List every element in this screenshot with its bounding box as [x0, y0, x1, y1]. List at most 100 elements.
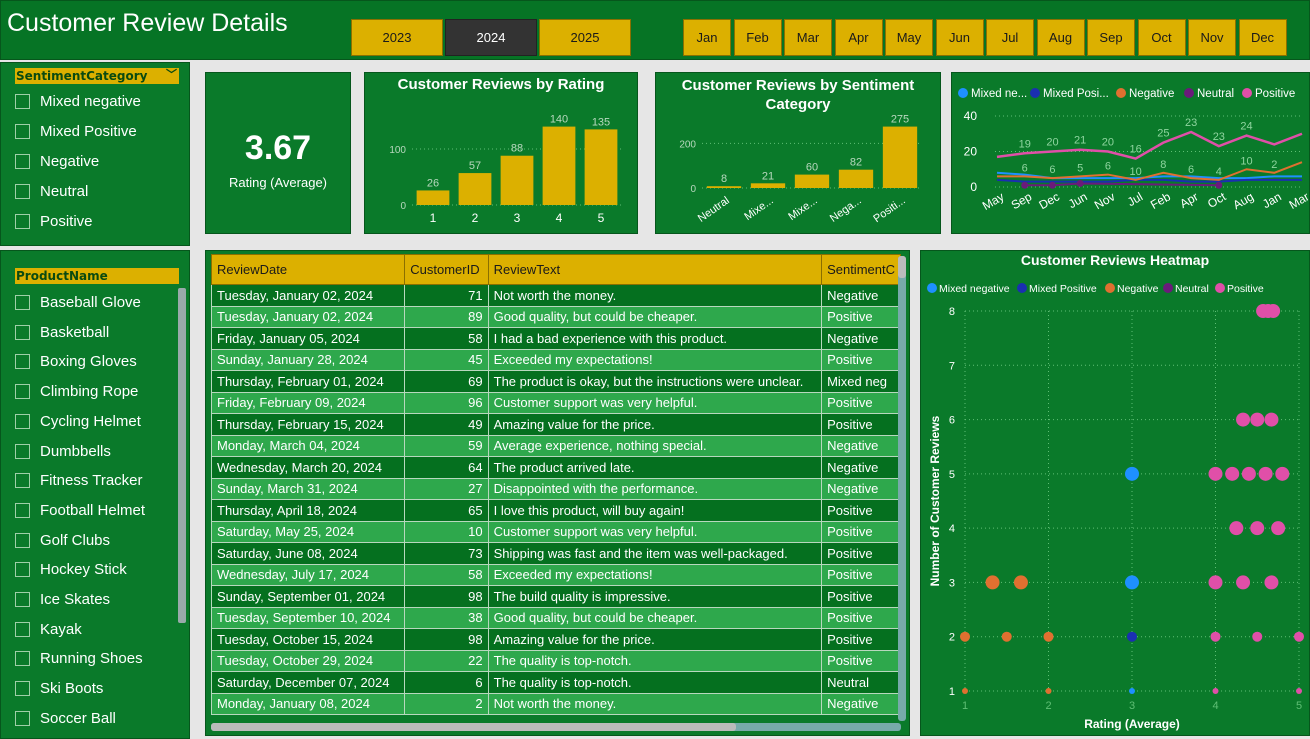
month-button-sep[interactable]: Sep — [1087, 19, 1135, 56]
data-point[interactable] — [1266, 304, 1281, 318]
data-point[interactable] — [1236, 412, 1251, 427]
data-point[interactable] — [1127, 631, 1137, 642]
data-point[interactable] — [1258, 466, 1273, 481]
bar[interactable] — [838, 169, 874, 188]
legend-label[interactable]: Negative — [1129, 88, 1174, 100]
checkbox[interactable] — [15, 94, 30, 109]
product-slicer-item[interactable]: Football Helmet — [15, 502, 145, 519]
sentiment-slicer-item[interactable]: Mixed negative — [15, 93, 141, 110]
product-slicer-item[interactable]: Dumbbells — [15, 443, 111, 460]
bar[interactable] — [584, 129, 618, 205]
data-point[interactable] — [1236, 575, 1251, 590]
chevron-down-icon[interactable]: ﹀ — [166, 67, 177, 83]
product-slicer-item[interactable]: Fitness Tracker — [15, 472, 143, 489]
table-row[interactable]: Tuesday, January 02, 2024 71 Not worth the… — [210, 284, 901, 307]
data-point[interactable] — [1208, 466, 1223, 481]
table-row[interactable]: Tuesday, October 29, 2024 22 The quality i… — [210, 649, 901, 672]
table-row[interactable]: Saturday, June 08, 2024 73 Shipping was fa… — [210, 542, 901, 565]
month-button-nov[interactable]: Nov — [1188, 19, 1236, 56]
sentiment-slicer-item[interactable]: Mixed Positive — [15, 123, 137, 140]
data-point[interactable] — [1225, 466, 1240, 481]
bar[interactable] — [500, 155, 534, 205]
legend-label[interactable]: Positive — [1227, 283, 1264, 295]
checkbox[interactable] — [15, 651, 30, 667]
table-row[interactable]: Friday, January 05, 2024 58 I had a bad ex… — [210, 327, 901, 350]
checkbox[interactable] — [15, 621, 30, 637]
legend-label[interactable]: Mixed negative — [939, 283, 1010, 295]
data-point[interactable] — [1048, 181, 1056, 189]
month-button-apr[interactable]: Apr — [834, 19, 883, 56]
product-slicer-item[interactable]: Cycling Helmet — [15, 413, 141, 430]
product-slicer-item[interactable]: Hockey Stick — [15, 561, 127, 578]
checkbox[interactable] — [15, 295, 30, 310]
column-header[interactable]: CustomerID — [404, 254, 489, 285]
checkbox[interactable] — [15, 184, 30, 199]
data-point[interactable] — [1296, 688, 1302, 694]
table-row[interactable]: Wednesday, July 17, 2024 58 Exceeded my ex… — [210, 563, 901, 586]
data-point[interactable] — [960, 631, 970, 642]
year-button-2025[interactable]: 2025 — [539, 19, 631, 56]
data-point[interactable] — [1129, 688, 1135, 694]
checkbox[interactable] — [15, 562, 30, 578]
bar[interactable] — [750, 183, 786, 188]
table-row[interactable]: Thursday, February 15, 2024 49 Amazing val… — [210, 413, 901, 436]
legend-label[interactable]: Negative — [1117, 283, 1159, 295]
data-point[interactable] — [1076, 179, 1084, 187]
month-button-oct[interactable]: Oct — [1137, 19, 1186, 56]
product-slicer-scrollbar[interactable] — [178, 288, 186, 623]
month-button-jul[interactable]: Jul — [986, 19, 1034, 56]
checkbox[interactable] — [15, 214, 30, 229]
legend-label[interactable]: Positive — [1255, 88, 1295, 100]
data-point[interactable] — [1294, 631, 1304, 642]
data-point[interactable] — [1215, 181, 1223, 189]
bar[interactable] — [542, 126, 576, 205]
data-point[interactable] — [1264, 575, 1279, 590]
checkbox[interactable] — [15, 710, 30, 726]
data-point[interactable] — [1212, 688, 1219, 694]
product-slicer-item[interactable]: Climbing Rope — [15, 383, 138, 400]
data-point[interactable] — [1125, 575, 1139, 590]
month-button-aug[interactable]: Aug — [1036, 19, 1085, 56]
product-slicer-item[interactable]: Kayak — [15, 621, 82, 638]
data-point[interactable] — [1013, 575, 1028, 590]
data-point[interactable] — [1229, 521, 1244, 536]
table-row[interactable]: Thursday, April 18, 2024 65 I love this pr… — [210, 499, 901, 522]
checkbox[interactable] — [15, 324, 30, 340]
product-slicer-item[interactable]: Basketball — [15, 324, 109, 341]
series-line[interactable] — [996, 178, 1302, 183]
checkbox[interactable] — [15, 354, 30, 370]
sentiment-slicer-item[interactable]: Positive — [15, 213, 93, 230]
scroll-thumb[interactable] — [898, 256, 906, 278]
checkbox[interactable] — [15, 592, 30, 607]
checkbox[interactable] — [15, 124, 30, 139]
data-point[interactable] — [1208, 575, 1223, 590]
bar[interactable] — [794, 174, 830, 188]
product-slicer-item[interactable]: Ice Skates — [15, 591, 110, 608]
legend-label[interactable]: Mixed ne... — [971, 88, 1027, 100]
month-button-may[interactable]: May — [885, 19, 933, 56]
data-point[interactable] — [1241, 466, 1256, 481]
data-point[interactable] — [1250, 521, 1265, 536]
data-point[interactable] — [1271, 521, 1286, 536]
table-row[interactable]: Tuesday, January 02, 2024 89 Good quality,… — [210, 305, 901, 328]
data-point[interactable] — [1250, 412, 1265, 427]
data-point[interactable] — [985, 575, 1000, 590]
sentiment-slicer-item[interactable]: Neutral — [15, 183, 88, 200]
product-slicer-item[interactable]: Running Shoes — [15, 650, 143, 667]
legend-label[interactable]: Neutral — [1197, 88, 1234, 100]
table-row[interactable]: Saturday, December 07, 2024 6 The quality … — [210, 671, 901, 694]
table-row[interactable]: Tuesday, October 15, 2024 98 Amazing value… — [210, 628, 901, 651]
column-header[interactable]: SentimentC — [821, 254, 901, 285]
data-point[interactable] — [1264, 412, 1279, 427]
checkbox[interactable] — [15, 502, 30, 518]
year-button-2024[interactable]: 2024 — [445, 19, 537, 56]
table-row[interactable]: Tuesday, September 10, 2024 38 Good qualit… — [210, 606, 901, 629]
table-row[interactable]: Thursday, February 01, 2024 69 The product… — [210, 370, 901, 393]
month-button-jan[interactable]: Jan — [683, 19, 731, 56]
data-point[interactable] — [1125, 466, 1139, 481]
product-slicer-item[interactable]: Soccer Ball — [15, 710, 116, 727]
checkbox[interactable] — [15, 413, 30, 429]
data-point[interactable] — [1275, 466, 1290, 481]
data-point[interactable] — [1210, 631, 1221, 642]
month-button-mar[interactable]: Mar — [784, 19, 832, 56]
